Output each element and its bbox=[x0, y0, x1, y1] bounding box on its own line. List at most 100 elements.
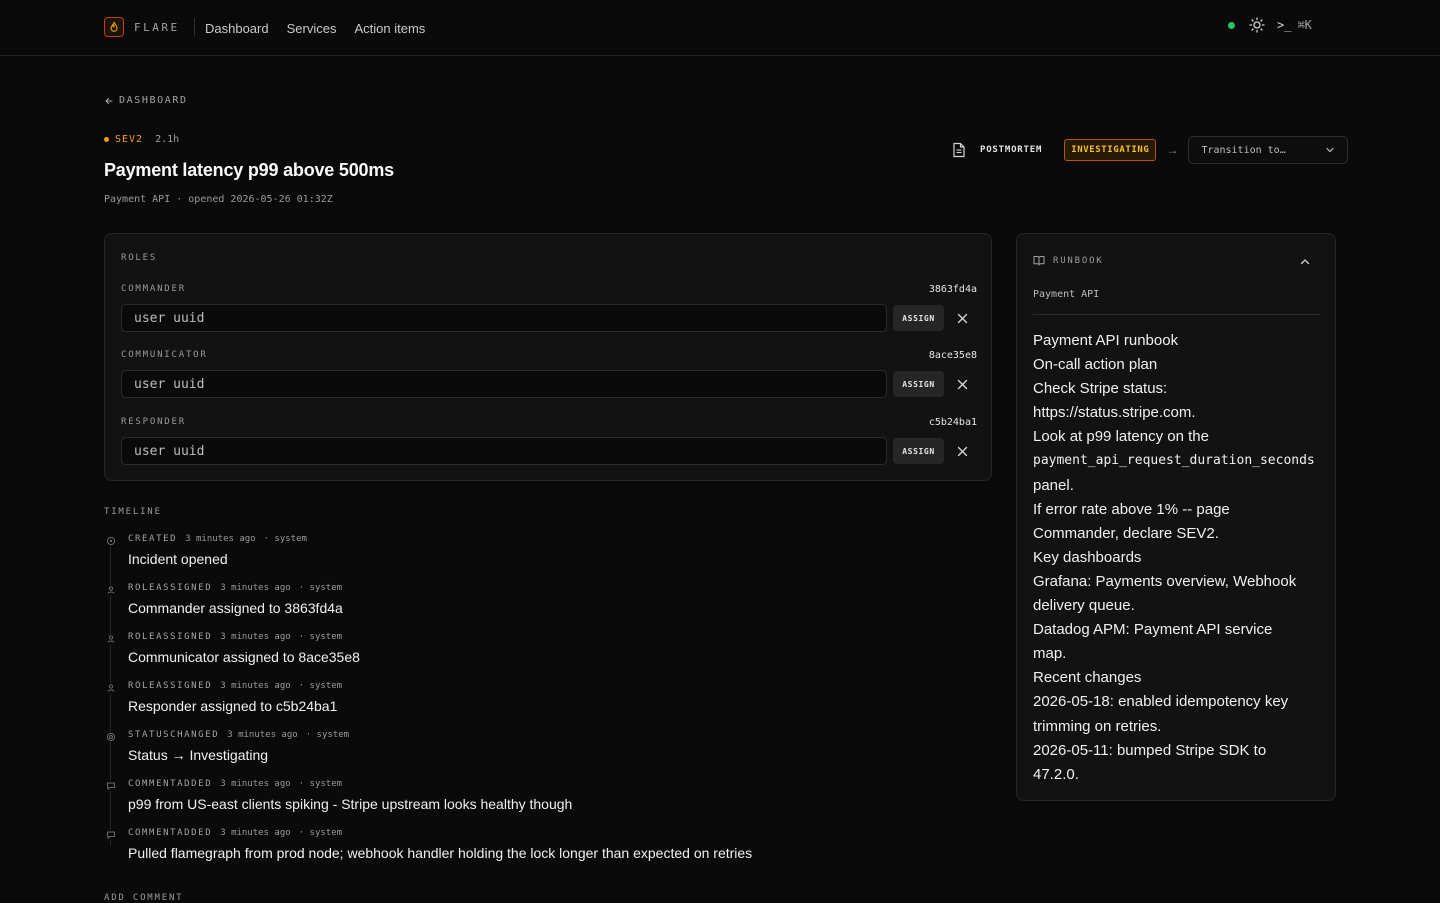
brand[interactable]: FLARE bbox=[104, 17, 195, 37]
severity-label: SEV2 bbox=[115, 134, 144, 145]
runbook-line: 47.2.0. bbox=[1033, 765, 1079, 783]
add-comment-heading: ADD COMMENT bbox=[104, 893, 184, 903]
role-name: COMMUNICATOR bbox=[121, 350, 208, 360]
theme-toggle-sun-icon[interactable] bbox=[1249, 17, 1265, 33]
event-kind: STATUSCHANGED bbox=[128, 730, 220, 740]
role-assignee-id: 8ace35e8 bbox=[928, 349, 977, 361]
runbook-metric-code: payment_api_request_duration_seconds bbox=[1033, 453, 1315, 469]
runbook-line: 2026-05-18: enabled idempotency key bbox=[1033, 693, 1289, 711]
event-actor: · system bbox=[298, 828, 343, 838]
event-time: 3 minutes ago bbox=[220, 779, 291, 789]
chevron-up-icon[interactable] bbox=[1299, 256, 1311, 268]
responder-uuid-input[interactable] bbox=[121, 437, 887, 465]
comment-icon bbox=[106, 830, 116, 840]
role-communicator: COMMUNICATOR 8ace35e8 ASSIGN bbox=[121, 349, 977, 398]
roles-card: ROLES COMMANDER 3863fd4a ASSIGN COMMUNIC… bbox=[104, 233, 992, 481]
event-time: 3 minutes ago bbox=[227, 730, 298, 740]
event-time: 3 minutes ago bbox=[185, 534, 256, 544]
runbook-line: If error rate above 1% -- page bbox=[1033, 500, 1230, 518]
status-icon bbox=[106, 732, 116, 742]
assign-commander-button[interactable]: ASSIGN bbox=[893, 305, 944, 331]
role-name: RESPONDER bbox=[121, 417, 186, 427]
runbook-header[interactable]: RUNBOOK bbox=[1033, 255, 1104, 266]
chevron-down-icon bbox=[1326, 147, 1335, 153]
role-name: COMMANDER bbox=[121, 284, 186, 294]
event-actor: · system bbox=[298, 779, 343, 789]
back-to-dashboard-link[interactable]: DASHBOARD bbox=[104, 95, 188, 106]
runbook-line: Datadog APM: Payment API service bbox=[1033, 621, 1273, 639]
brand-name: FLARE bbox=[134, 20, 180, 34]
event-kind: ROLEASSIGNED bbox=[128, 632, 213, 642]
remove-communicator-button[interactable] bbox=[954, 376, 970, 392]
assign-communicator-button[interactable]: ASSIGN bbox=[893, 371, 944, 397]
event-text: Pulled flamegraph from prod node; webhoo… bbox=[128, 845, 753, 861]
assign-responder-button[interactable]: ASSIGN bbox=[893, 438, 944, 464]
event-text: Responder assigned to c5b24ba1 bbox=[128, 698, 338, 714]
incident-actions: POSTMORTEM INVESTIGATING → Transition to… bbox=[952, 136, 1349, 164]
runbook-line: Grafana: Payments overview, Webhook bbox=[1033, 572, 1297, 590]
runbook-line: panel. bbox=[1033, 476, 1074, 494]
incident-age: 2.1h bbox=[155, 134, 180, 145]
role-assignee-id: 3863fd4a bbox=[928, 283, 977, 295]
event-text: Incident opened bbox=[128, 551, 228, 567]
main-nav: Dashboard Services Action items bbox=[205, 21, 425, 36]
runbook-line: delivery queue. bbox=[1033, 597, 1135, 615]
event-time: 3 minutes ago bbox=[220, 828, 291, 838]
runbook-line: https://status.stripe.com. bbox=[1033, 404, 1196, 422]
runbook-service: Payment API bbox=[1033, 289, 1100, 300]
user-icon bbox=[106, 683, 116, 693]
event-kind: ROLEASSIGNED bbox=[128, 681, 213, 691]
arrow-right-icon: → bbox=[1166, 143, 1179, 157]
event-actor: · system bbox=[298, 583, 343, 593]
event-actor: · system bbox=[263, 534, 307, 544]
commander-uuid-input[interactable] bbox=[121, 304, 887, 332]
role-responder: RESPONDER c5b24ba1 ASSIGN bbox=[121, 416, 977, 465]
created-icon bbox=[106, 536, 116, 546]
document-icon[interactable] bbox=[952, 142, 966, 158]
event-time: 3 minutes ago bbox=[220, 632, 291, 642]
event-kind: ROLEASSIGNED bbox=[128, 583, 213, 593]
runbook-heading: RUNBOOK bbox=[1053, 255, 1104, 266]
close-icon bbox=[957, 379, 967, 389]
back-label: DASHBOARD bbox=[119, 95, 188, 106]
event-kind: CREATED bbox=[128, 534, 178, 544]
user-icon bbox=[106, 585, 116, 595]
event-kind: COMMENTADDED bbox=[128, 779, 213, 789]
transition-select-value: Transition to… bbox=[1201, 144, 1286, 156]
book-icon bbox=[1033, 256, 1045, 266]
runbook-line: Payment API runbook bbox=[1033, 332, 1179, 349]
severity-dot bbox=[104, 137, 109, 142]
runbook-line: On-call action plan bbox=[1033, 356, 1158, 374]
runbook-card: RUNBOOK Payment API Payment API runbook … bbox=[1016, 233, 1336, 801]
connection-status-dot bbox=[1228, 21, 1235, 29]
roles-heading: ROLES bbox=[121, 253, 158, 263]
close-icon bbox=[957, 313, 967, 323]
nav-link-services[interactable]: Services bbox=[287, 21, 337, 36]
runbook-line: Key dashboards bbox=[1033, 548, 1142, 566]
runbook-line: map. bbox=[1033, 645, 1067, 663]
nav-link-action-items[interactable]: Action items bbox=[354, 21, 425, 36]
event-time: 3 minutes ago bbox=[220, 681, 291, 691]
remove-commander-button[interactable] bbox=[954, 310, 970, 326]
status-badge: INVESTIGATING bbox=[1064, 139, 1157, 161]
event-kind: COMMENTADDED bbox=[128, 828, 213, 838]
nav-link-dashboard[interactable]: Dashboard bbox=[205, 21, 269, 36]
top-right-controls: >_ ⌘K bbox=[1228, 17, 1312, 33]
comment-icon bbox=[106, 781, 116, 791]
runbook-divider bbox=[1033, 314, 1320, 315]
remove-responder-button[interactable] bbox=[954, 443, 970, 459]
role-assignee-id: c5b24ba1 bbox=[928, 416, 977, 428]
command-palette-terminal-icon[interactable]: >_ bbox=[1277, 18, 1291, 32]
event-text: Commander assigned to 3863fd4a bbox=[128, 600, 343, 616]
postmortem-link[interactable]: POSTMORTEM bbox=[980, 145, 1042, 155]
runbook-content: Payment API runbook On-call action plan … bbox=[1033, 329, 1333, 787]
transition-select[interactable]: Transition to… bbox=[1188, 136, 1349, 164]
event-time: 3 minutes ago bbox=[220, 583, 291, 593]
command-palette-shortcut[interactable]: ⌘K bbox=[1297, 18, 1311, 32]
arrow-left-icon bbox=[105, 97, 113, 104]
event-text: Status → Investigating bbox=[128, 747, 269, 763]
flame-logo-icon bbox=[104, 17, 124, 37]
communicator-uuid-input[interactable] bbox=[121, 370, 887, 398]
runbook-line: Recent changes bbox=[1033, 669, 1142, 687]
event-actor: · system bbox=[298, 681, 343, 691]
